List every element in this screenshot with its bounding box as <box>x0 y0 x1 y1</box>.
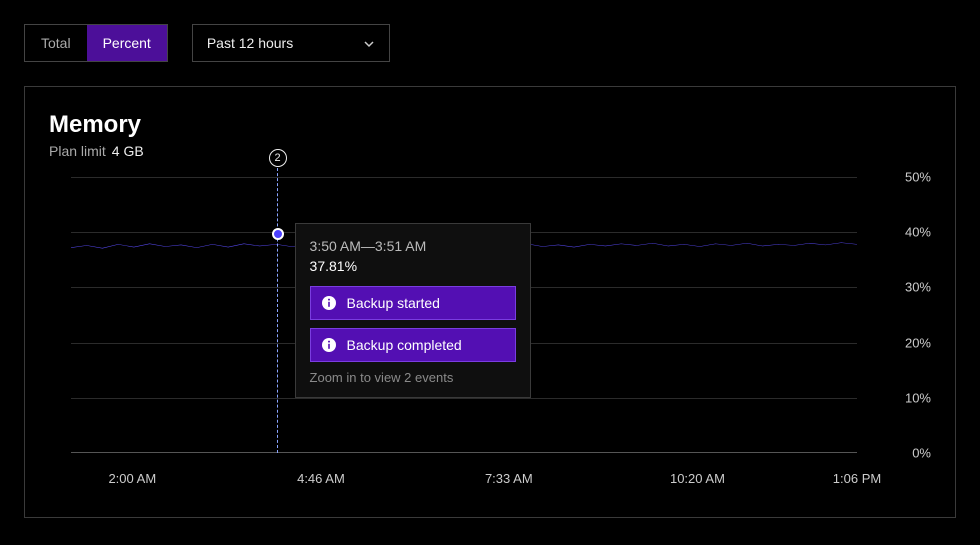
info-icon <box>321 295 337 311</box>
chart-tooltip: 3:50 AM—3:51 AM 37.81% Backup started Ba… <box>295 223 531 398</box>
memory-chart-panel: Memory Plan limit 4 GB 2 3:50 AM—3:51 AM … <box>24 86 956 518</box>
x-tick-label: 2:00 AM <box>108 471 156 486</box>
x-tick-label: 10:20 AM <box>670 471 725 486</box>
event-marker-dot <box>272 228 284 240</box>
time-range-selected: Past 12 hours <box>207 35 293 51</box>
tab-total[interactable]: Total <box>25 25 87 61</box>
x-tick-label: 7:33 AM <box>485 471 533 486</box>
plan-limit-label: Plan limit <box>49 143 106 159</box>
tooltip-value: 37.81% <box>310 258 516 274</box>
chart-plot[interactable]: 2 3:50 AM—3:51 AM 37.81% Backup started … <box>71 177 857 453</box>
y-tick-label: 50% <box>871 170 931 185</box>
view-mode-toggle: Total Percent <box>24 24 168 62</box>
y-tick-label: 10% <box>871 390 931 405</box>
x-tick-label: 4:46 AM <box>297 471 345 486</box>
y-tick-label: 40% <box>871 225 931 240</box>
tooltip-time-range: 3:50 AM—3:51 AM <box>310 238 516 254</box>
plan-limit-value: 4 GB <box>112 143 144 159</box>
time-range-dropdown[interactable]: Past 12 hours <box>192 24 390 62</box>
event-count-badge[interactable]: 2 <box>269 149 287 167</box>
x-axis: 2:00 AM4:46 AM7:33 AM10:20 AM1:06 PM <box>71 463 857 493</box>
y-tick-label: 20% <box>871 335 931 350</box>
tooltip-event-label: Backup started <box>347 295 440 311</box>
tooltip-event-backup-completed[interactable]: Backup completed <box>310 328 516 362</box>
plan-limit: Plan limit 4 GB <box>49 143 931 159</box>
panel-title: Memory <box>49 111 931 139</box>
chart-area[interactable]: 2 3:50 AM—3:51 AM 37.81% Backup started … <box>49 177 931 493</box>
tab-percent[interactable]: Percent <box>87 25 167 61</box>
tooltip-event-label: Backup completed <box>347 337 462 353</box>
chevron-down-icon <box>363 37 375 49</box>
event-marker-line[interactable]: 2 <box>277 163 278 453</box>
x-tick-label: 1:06 PM <box>833 471 881 486</box>
tooltip-zoom-hint: Zoom in to view 2 events <box>310 370 516 385</box>
y-tick-label: 30% <box>871 280 931 295</box>
info-icon <box>321 337 337 353</box>
y-tick-label: 0% <box>871 446 931 461</box>
tooltip-event-backup-started[interactable]: Backup started <box>310 286 516 320</box>
